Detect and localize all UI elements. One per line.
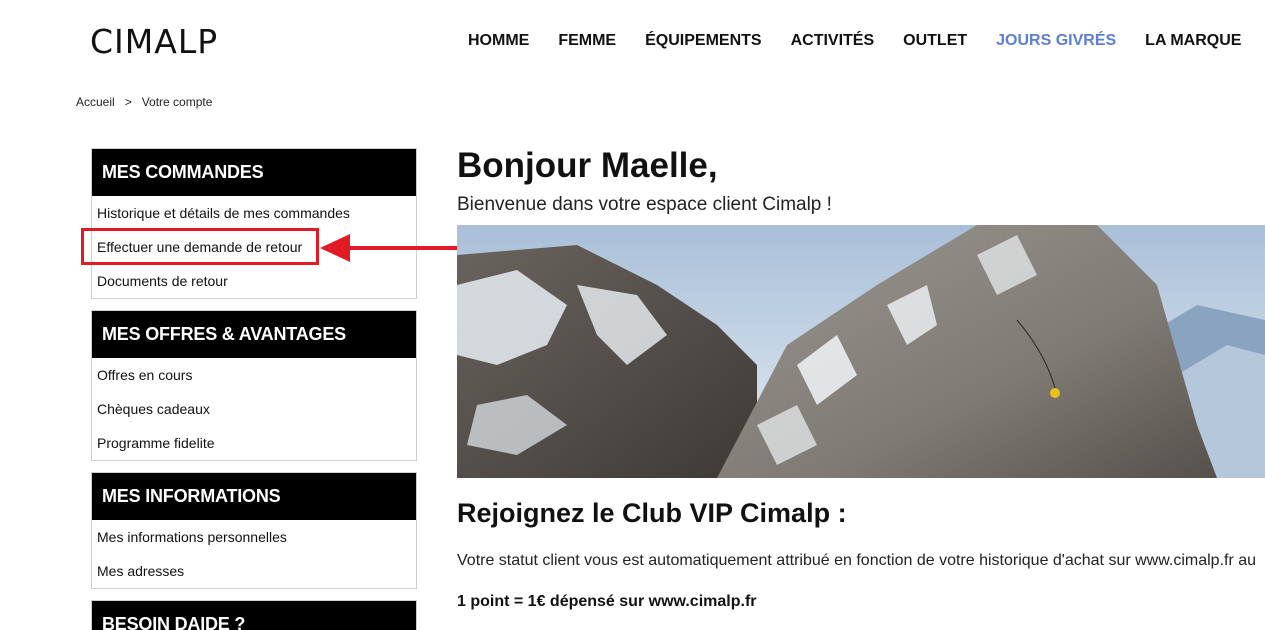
club-vip-points-rule: 1 point = 1€ dépensé sur www.cimalp.fr xyxy=(457,593,757,610)
annotation-highlight-box xyxy=(81,228,319,265)
sidebar-item-order-history[interactable]: Historique et détails de mes commandes xyxy=(92,196,416,230)
offers-section: MES OFFRES & AVANTAGES Offres en cours C… xyxy=(91,310,417,461)
nav-item-activites[interactable]: ACTIVITÉS xyxy=(791,32,875,50)
club-vip-title: Rejoignez le Club VIP Cimalp : xyxy=(457,498,847,528)
nav-item-equipements[interactable]: ÉQUIPEMENTS xyxy=(645,32,761,50)
nav-item-femme[interactable]: FEMME xyxy=(558,32,616,50)
sidebar-item-gift-cards[interactable]: Chèques cadeaux xyxy=(92,392,416,426)
main-content: Bonjour Maelle, Bienvenue dans votre esp… xyxy=(457,146,1265,610)
sidebar-item-personal-info[interactable]: Mes informations personnelles xyxy=(92,520,416,554)
mountain-hero-image xyxy=(457,225,1265,478)
breadcrumb-home[interactable]: Accueil xyxy=(76,95,115,109)
main-nav: HOMME FEMME ÉQUIPEMENTS ACTIVITÉS OUTLET… xyxy=(468,32,1241,50)
nav-item-jours-givres[interactable]: JOURS GIVRÉS xyxy=(996,32,1116,50)
nav-item-homme[interactable]: HOMME xyxy=(468,32,529,50)
section-title-orders: MES COMMANDES xyxy=(92,149,416,196)
sidebar-item-current-offers[interactable]: Offres en cours xyxy=(92,358,416,392)
breadcrumb-separator: > xyxy=(124,95,132,109)
breadcrumb: Accueil > Votre compte xyxy=(76,95,212,109)
section-title-help: BESOIN DAIDE ? xyxy=(92,601,416,630)
breadcrumb-current: Votre compte xyxy=(141,95,213,109)
section-title-information: MES INFORMATIONS xyxy=(92,473,416,520)
greeting-title: Bonjour Maelle, xyxy=(457,146,718,185)
nav-item-la-marque[interactable]: LA MARQUE xyxy=(1145,32,1241,50)
site-logo[interactable]: CIMALP xyxy=(90,22,218,61)
orders-section: MES COMMANDES Historique et détails de m… xyxy=(91,148,417,299)
help-section: BESOIN DAIDE ? xyxy=(91,600,417,630)
account-sidebar: MES COMMANDES Historique et détails de m… xyxy=(91,148,417,630)
section-title-offers: MES OFFRES & AVANTAGES xyxy=(92,311,416,358)
sidebar-item-addresses[interactable]: Mes adresses xyxy=(92,554,416,588)
club-vip-description: Votre statut client vous est automatique… xyxy=(457,552,1257,569)
sidebar-item-loyalty-program[interactable]: Programme fidelite xyxy=(92,426,416,460)
logo-text: CIMALP xyxy=(90,22,219,61)
information-section: MES INFORMATIONS Mes informations person… xyxy=(91,472,417,589)
nav-item-outlet[interactable]: OUTLET xyxy=(903,32,967,50)
welcome-text: Bienvenue dans votre espace client Cimal… xyxy=(457,194,832,215)
